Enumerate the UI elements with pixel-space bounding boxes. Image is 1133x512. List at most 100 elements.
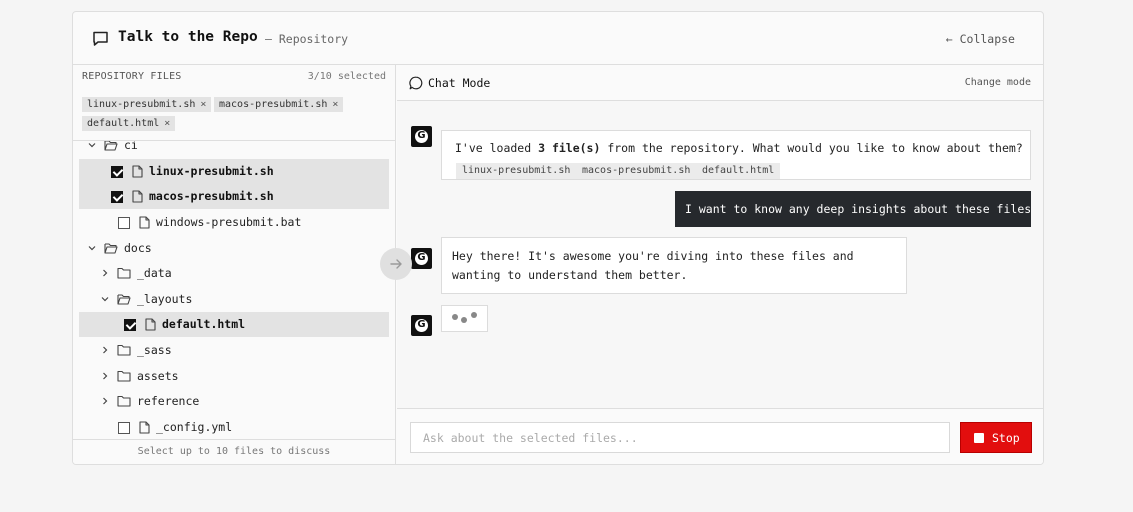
tree-label: _data [137, 266, 172, 280]
chat-bubble-icon [93, 31, 108, 46]
arrow-right-icon [390, 259, 402, 269]
assistant-message: Hey there! It's awesome you're diving in… [441, 237, 907, 294]
collapse-button[interactable]: ← Collapse [946, 32, 1015, 46]
assistant-message: I've loaded 3 file(s) from the repositor… [441, 130, 1031, 180]
files-hint: Select up to 10 files to discuss [137, 446, 331, 457]
message-text: Hey there! It's awesome you're diving in… [452, 249, 854, 282]
tree-folder-data[interactable]: _data [73, 261, 395, 286]
file-chip: macos-presubmit.sh × [214, 97, 344, 112]
file-checkbox[interactable] [124, 319, 136, 331]
tree-folder-ci[interactable]: ci [73, 141, 395, 158]
typing-dot [461, 317, 467, 323]
stop-button[interactable]: Stop [960, 422, 1032, 453]
chevron-right-icon [103, 346, 108, 354]
card-header: Talk to the Repo — Repository ← Collapse [73, 12, 1043, 65]
typing-indicator [441, 305, 488, 332]
folder-icon [117, 267, 131, 279]
tree-label: _config.yml [156, 420, 233, 434]
tree-folder-layouts[interactable]: _layouts [73, 287, 395, 312]
file-icon [145, 318, 156, 331]
page-subtitle: — Repository [265, 32, 349, 46]
talk-to-repo-card: Talk to the Repo — Repository ← Collapse… [72, 11, 1044, 465]
avatar-letter: G [417, 319, 426, 330]
tree-label: linux-presubmit.sh [149, 164, 274, 178]
typing-dot [452, 314, 458, 320]
file-tree[interactable]: ci linux-presubmit.sh macos-presubmit.sh… [73, 141, 395, 439]
folder-open-icon [104, 141, 118, 151]
file-chip: default.html [696, 163, 781, 179]
file-checkbox[interactable] [118, 422, 130, 434]
chip-label: linux-presubmit.sh [87, 99, 196, 110]
tree-label: assets [137, 369, 179, 383]
chip-remove-icon[interactable]: × [164, 118, 170, 129]
files-panel-title: REPOSITORY FILES [82, 71, 182, 82]
chip-remove-icon[interactable]: × [332, 99, 338, 110]
message-text-part: from the repository. What would you like… [600, 141, 1023, 155]
tree-file-macos-presubmit[interactable]: macos-presubmit.sh [79, 184, 389, 209]
folder-icon [117, 370, 131, 382]
message-text-part: I've loaded [455, 141, 539, 155]
chevron-down-icon [101, 297, 109, 302]
file-chip: macos-presubmit.sh [576, 163, 697, 179]
folder-icon [117, 395, 131, 407]
selected-count: 3/10 selected [307, 71, 386, 82]
chip-label: macos-presubmit.sh [219, 99, 328, 110]
chip-label: default.html [87, 118, 160, 129]
chat-header: Chat Mode Change mode [397, 65, 1043, 101]
chat-circle-icon [409, 76, 423, 90]
chevron-right-icon [103, 372, 108, 380]
files-panel-footer: Select up to 10 files to discuss [73, 439, 395, 464]
user-message: I want to know any deep insights about t… [675, 191, 1031, 227]
tree-folder-docs[interactable]: docs [73, 236, 395, 261]
chevron-down-icon [88, 143, 96, 148]
file-icon [132, 190, 143, 203]
folder-open-icon [104, 243, 118, 254]
file-checkbox[interactable] [111, 191, 123, 203]
file-checkbox[interactable] [118, 217, 130, 229]
change-mode-button[interactable]: Change mode [965, 77, 1031, 88]
message-text: I've loaded 3 file(s) from the repositor… [455, 139, 1023, 158]
repository-files-panel: REPOSITORY FILES 3/10 selected linux-pre… [73, 65, 396, 464]
tree-file-config-yml[interactable]: _config.yml [73, 415, 395, 439]
message-text-bold: 3 file(s) [538, 141, 601, 155]
file-icon [139, 421, 150, 434]
chat-mode-label: Chat Mode [428, 76, 491, 90]
file-chip: linux-presubmit.sh [456, 163, 577, 179]
stop-square-icon [974, 433, 984, 443]
file-icon [139, 216, 150, 229]
tree-file-linux-presubmit[interactable]: linux-presubmit.sh [79, 159, 389, 184]
avatar-letter: G [417, 252, 426, 263]
typing-dot [471, 312, 477, 318]
file-chip: linux-presubmit.sh × [82, 97, 212, 112]
folder-open-icon [117, 294, 131, 305]
file-chip: default.html × [82, 116, 176, 131]
tree-label: _sass [137, 343, 172, 357]
tree-folder-sass[interactable]: _sass [73, 338, 395, 363]
files-panel-header: REPOSITORY FILES 3/10 selected [73, 65, 395, 89]
tree-label: docs [124, 241, 152, 255]
avatar-letter: G [417, 130, 426, 141]
file-checkbox[interactable] [111, 166, 123, 178]
assistant-avatar: G [411, 315, 432, 336]
chevron-down-icon [88, 246, 96, 251]
stop-label: Stop [992, 431, 1020, 445]
assistant-avatar: G [411, 248, 432, 269]
file-icon [132, 165, 143, 178]
chip-remove-icon[interactable]: × [200, 99, 206, 110]
tree-folder-assets[interactable]: assets [73, 364, 395, 389]
send-to-chat-button[interactable] [380, 248, 412, 280]
chat-panel: Chat Mode Change mode G I've loaded 3 fi… [397, 65, 1043, 464]
tree-label: ci [124, 141, 138, 152]
chat-input[interactable] [410, 422, 950, 453]
tree-file-default-html[interactable]: default.html [79, 312, 389, 337]
tree-folder-reference[interactable]: reference [73, 389, 395, 414]
tree-label: windows-presubmit.bat [156, 215, 302, 229]
tree-file-windows-presubmit[interactable]: windows-presubmit.bat [73, 210, 395, 235]
chat-input-area: Stop [397, 408, 1043, 464]
page-title: Talk to the Repo [118, 29, 258, 45]
chevron-right-icon [103, 269, 108, 277]
tree-label: reference [137, 394, 200, 408]
chevron-right-icon [103, 397, 108, 405]
folder-icon [117, 344, 131, 356]
assistant-avatar: G [411, 126, 432, 147]
